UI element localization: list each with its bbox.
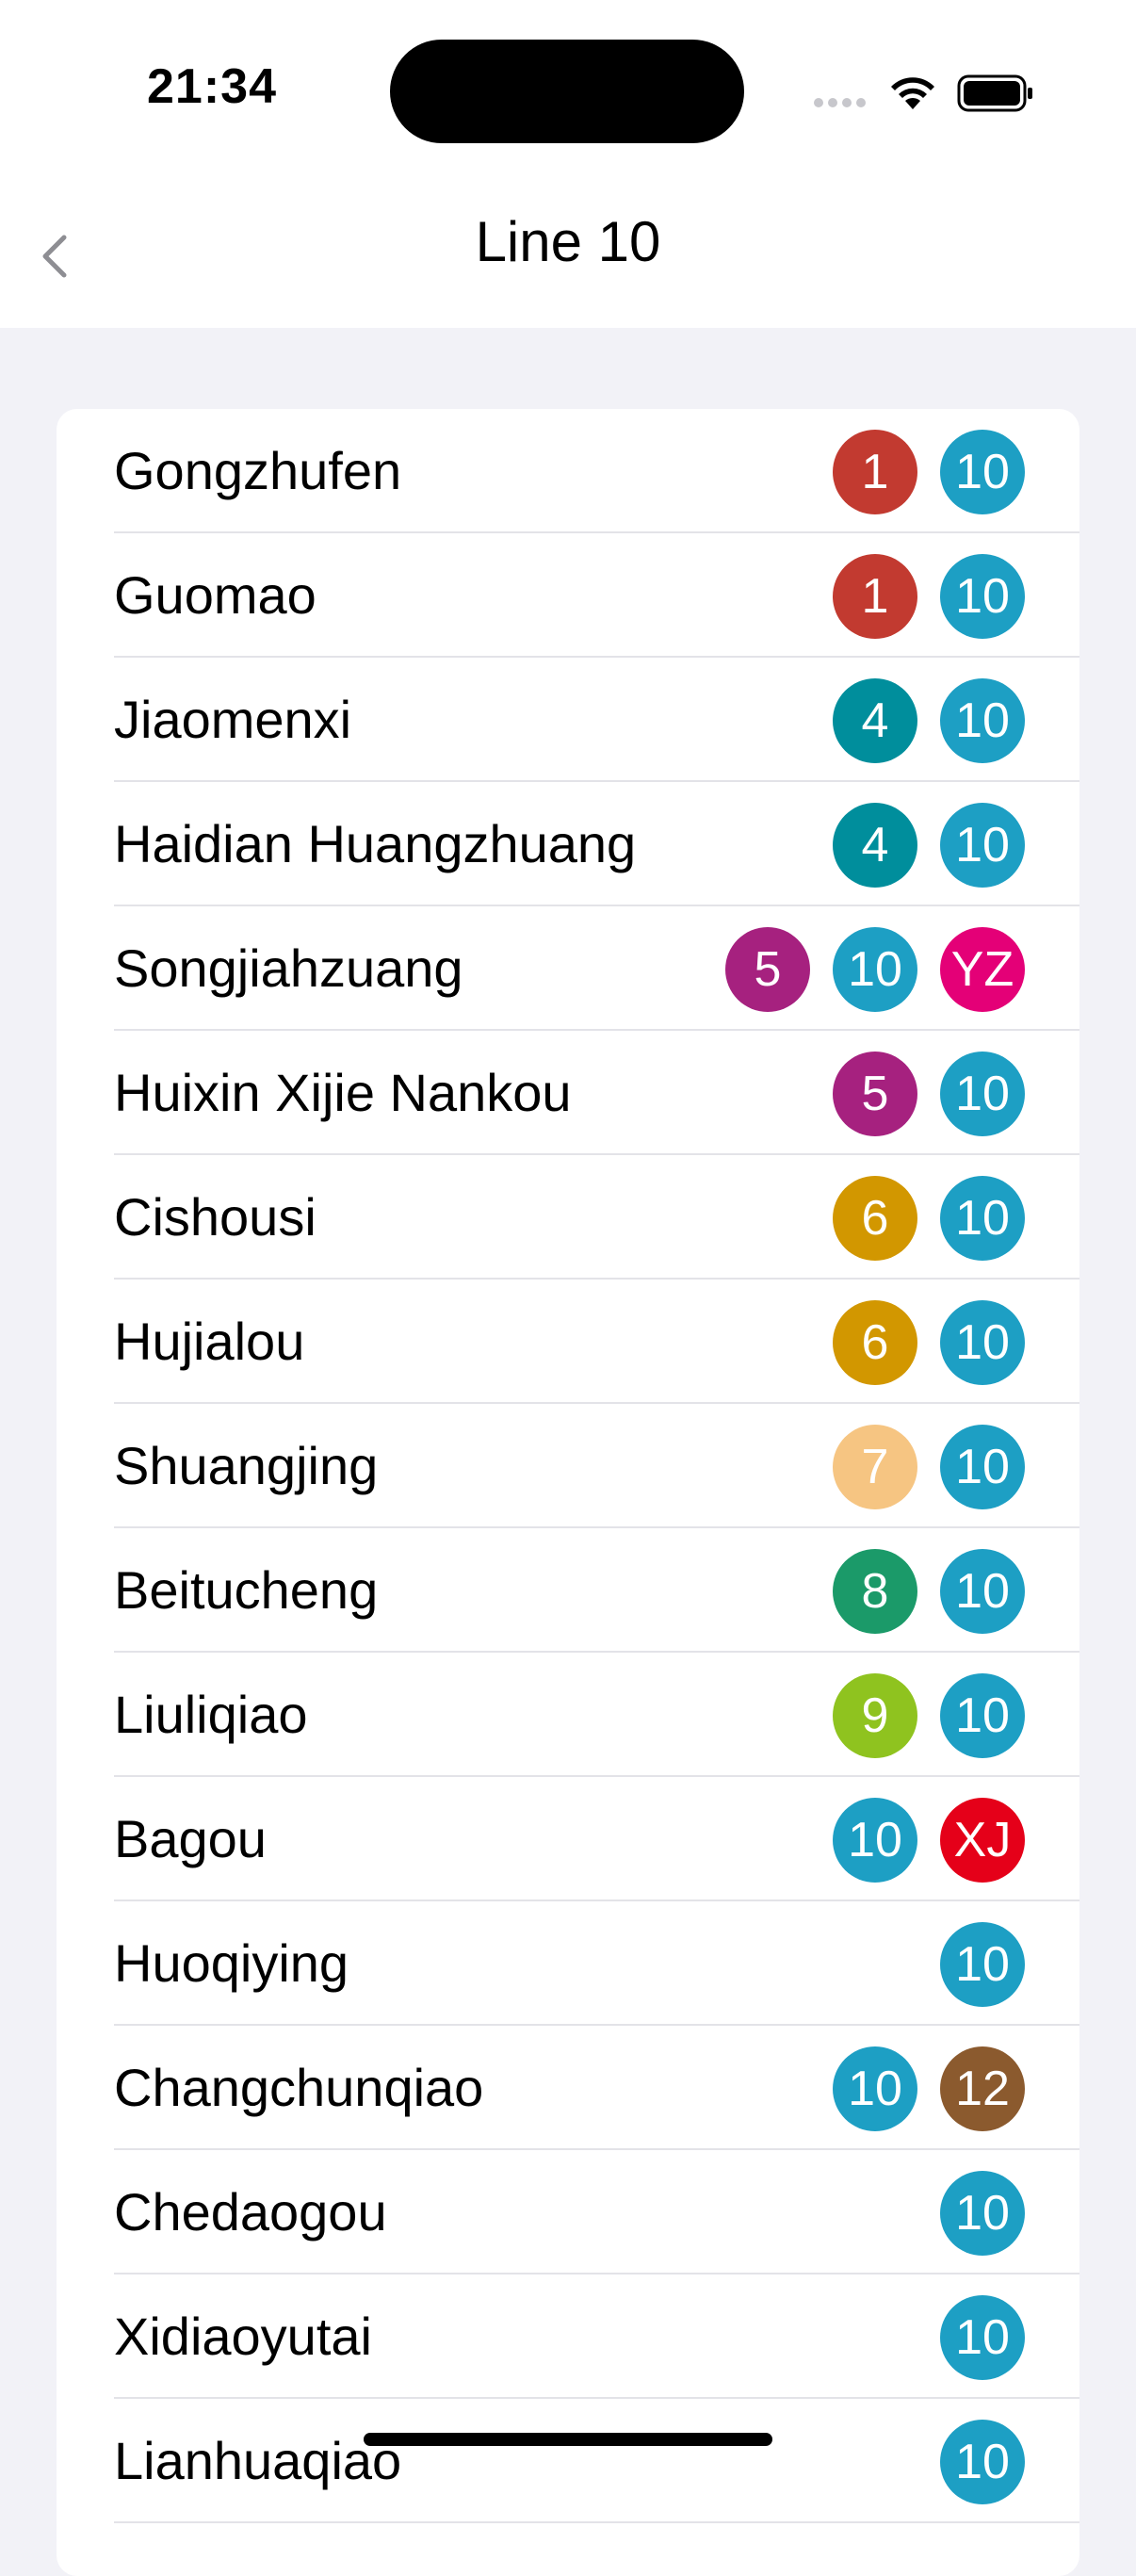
battery-icon [957,74,1032,112]
line-badge: 5 [833,1052,917,1136]
line-badge: 10 [940,1300,1025,1385]
station-name: Songjiahzuang [114,938,463,998]
line-badge: 6 [833,1300,917,1385]
line-badge: 6 [833,1176,917,1261]
station-name: Liuliqiao [114,1685,308,1744]
station-name: Jiaomenxi [114,690,352,749]
status-bar: 21:34 [0,0,1136,188]
station-name: Beitucheng [114,1560,379,1620]
station-name: Chedaogou [114,2182,387,2242]
line-badge: 10 [940,1425,1025,1509]
line-badge: 7 [833,1425,917,1509]
line-badge: 10 [940,1176,1025,1261]
station-name: Cishousi [114,1187,316,1247]
line-badges: 7 10 [833,1425,1025,1509]
line-badge: 9 [833,1673,917,1758]
station-row[interactable]: Huoqiying 10 [57,1901,1079,2026]
line-badge: 10 [833,927,917,1012]
station-name: Xidiaoyutai [114,2307,372,2366]
line-badge: 1 [833,430,917,514]
line-badges: 10 [940,1922,1025,2007]
line-badge: 10 [833,1798,917,1883]
line-badges: 10 XJ [833,1798,1025,1883]
line-badge: 4 [833,803,917,888]
station-row[interactable]: Beitucheng 8 10 [57,1528,1079,1653]
line-badge: 12 [940,2046,1025,2131]
line-badge: 10 [833,2046,917,2131]
wifi-icon [891,77,934,109]
station-row[interactable]: Songjiahzuang 5 10 YZ [57,906,1079,1031]
line-badge: 10 [940,1549,1025,1634]
station-name: Haidian Huangzhuang [114,814,637,873]
cellular-signal-icon [814,98,866,107]
line-badges: 5 10 [833,1052,1025,1136]
station-row[interactable]: Liuliqiao 9 10 [57,1653,1079,1777]
line-badges: 10 [940,2171,1025,2256]
line-badge: XJ [940,1798,1025,1883]
line-badge: 4 [833,678,917,763]
station-row[interactable]: Chedaogou 10 [57,2150,1079,2274]
home-indicator [364,2433,772,2446]
line-badge: 10 [940,678,1025,763]
line-badges: 10 [940,2295,1025,2380]
station-list: Gongzhufen 1 10 Guomao 1 10 Jiaomenxi 4 10 Haidia… [57,409,1079,2576]
station-row[interactable]: Huixin Xijie Nankou 5 10 [57,1031,1079,1155]
line-badge: 10 [940,554,1025,639]
line-badges: 9 10 [833,1673,1025,1758]
line-badge: 1 [833,554,917,639]
station-name: Lianhuaqiao [114,2431,402,2490]
station-name: Guomao [114,565,316,625]
station-row[interactable]: Bagou 10 XJ [57,1777,1079,1901]
station-row[interactable]: Gongzhufen 1 10 [57,409,1079,533]
line-badge: 10 [940,2171,1025,2256]
line-badge: 5 [725,927,810,1012]
line-badge: 10 [940,430,1025,514]
line-badge: 10 [940,2420,1025,2504]
line-badges: 6 10 [833,1300,1025,1385]
line-badge: 10 [940,803,1025,888]
page-title: Line 10 [475,210,661,273]
station-row[interactable]: Changchunqiao 10 12 [57,2026,1079,2150]
line-badges: 1 10 [833,430,1025,514]
station-row[interactable]: Shuangjing 7 10 [57,1404,1079,1528]
station-row[interactable]: Hujialou 6 10 [57,1280,1079,1404]
line-badge: 10 [940,1052,1025,1136]
station-name: Huoqiying [114,1933,349,1993]
line-badges: 6 10 [833,1176,1025,1261]
station-row[interactable]: Haidian Huangzhuang 4 10 [57,782,1079,906]
line-badge: YZ [940,927,1025,1012]
status-time: 21:34 [147,59,277,114]
line-badge: 8 [833,1549,917,1634]
dynamic-island [390,40,744,143]
station-name: Shuangjing [114,1436,379,1495]
station-row[interactable]: Lianhuaqiao 10 [57,2399,1079,2523]
station-row[interactable]: Guomao 1 10 [57,533,1079,658]
row-separator [114,2521,1079,2523]
line-badge: 10 [940,1673,1025,1758]
station-row[interactable]: Jiaomenxi 4 10 [57,658,1079,782]
line-badges: 8 10 [833,1549,1025,1634]
line-badges: 5 10 YZ [725,927,1025,1012]
station-name: Huixin Xijie Nankou [114,1063,572,1122]
line-badges: 10 12 [833,2046,1025,2131]
line-badges: 1 10 [833,554,1025,639]
station-name: Hujialou [114,1312,305,1371]
station-name: Bagou [114,1809,267,1868]
station-row[interactable]: Cishousi 6 10 [57,1155,1079,1280]
station-name: Changchunqiao [114,2058,484,2117]
line-badges: 4 10 [833,803,1025,888]
line-badge: 10 [940,2295,1025,2380]
station-row[interactable]: Xidiaoyutai 10 [57,2274,1079,2399]
line-badges: 10 [940,2420,1025,2504]
station-name: Gongzhufen [114,441,402,500]
line-badge: 10 [940,1922,1025,2007]
line-badges: 4 10 [833,678,1025,763]
